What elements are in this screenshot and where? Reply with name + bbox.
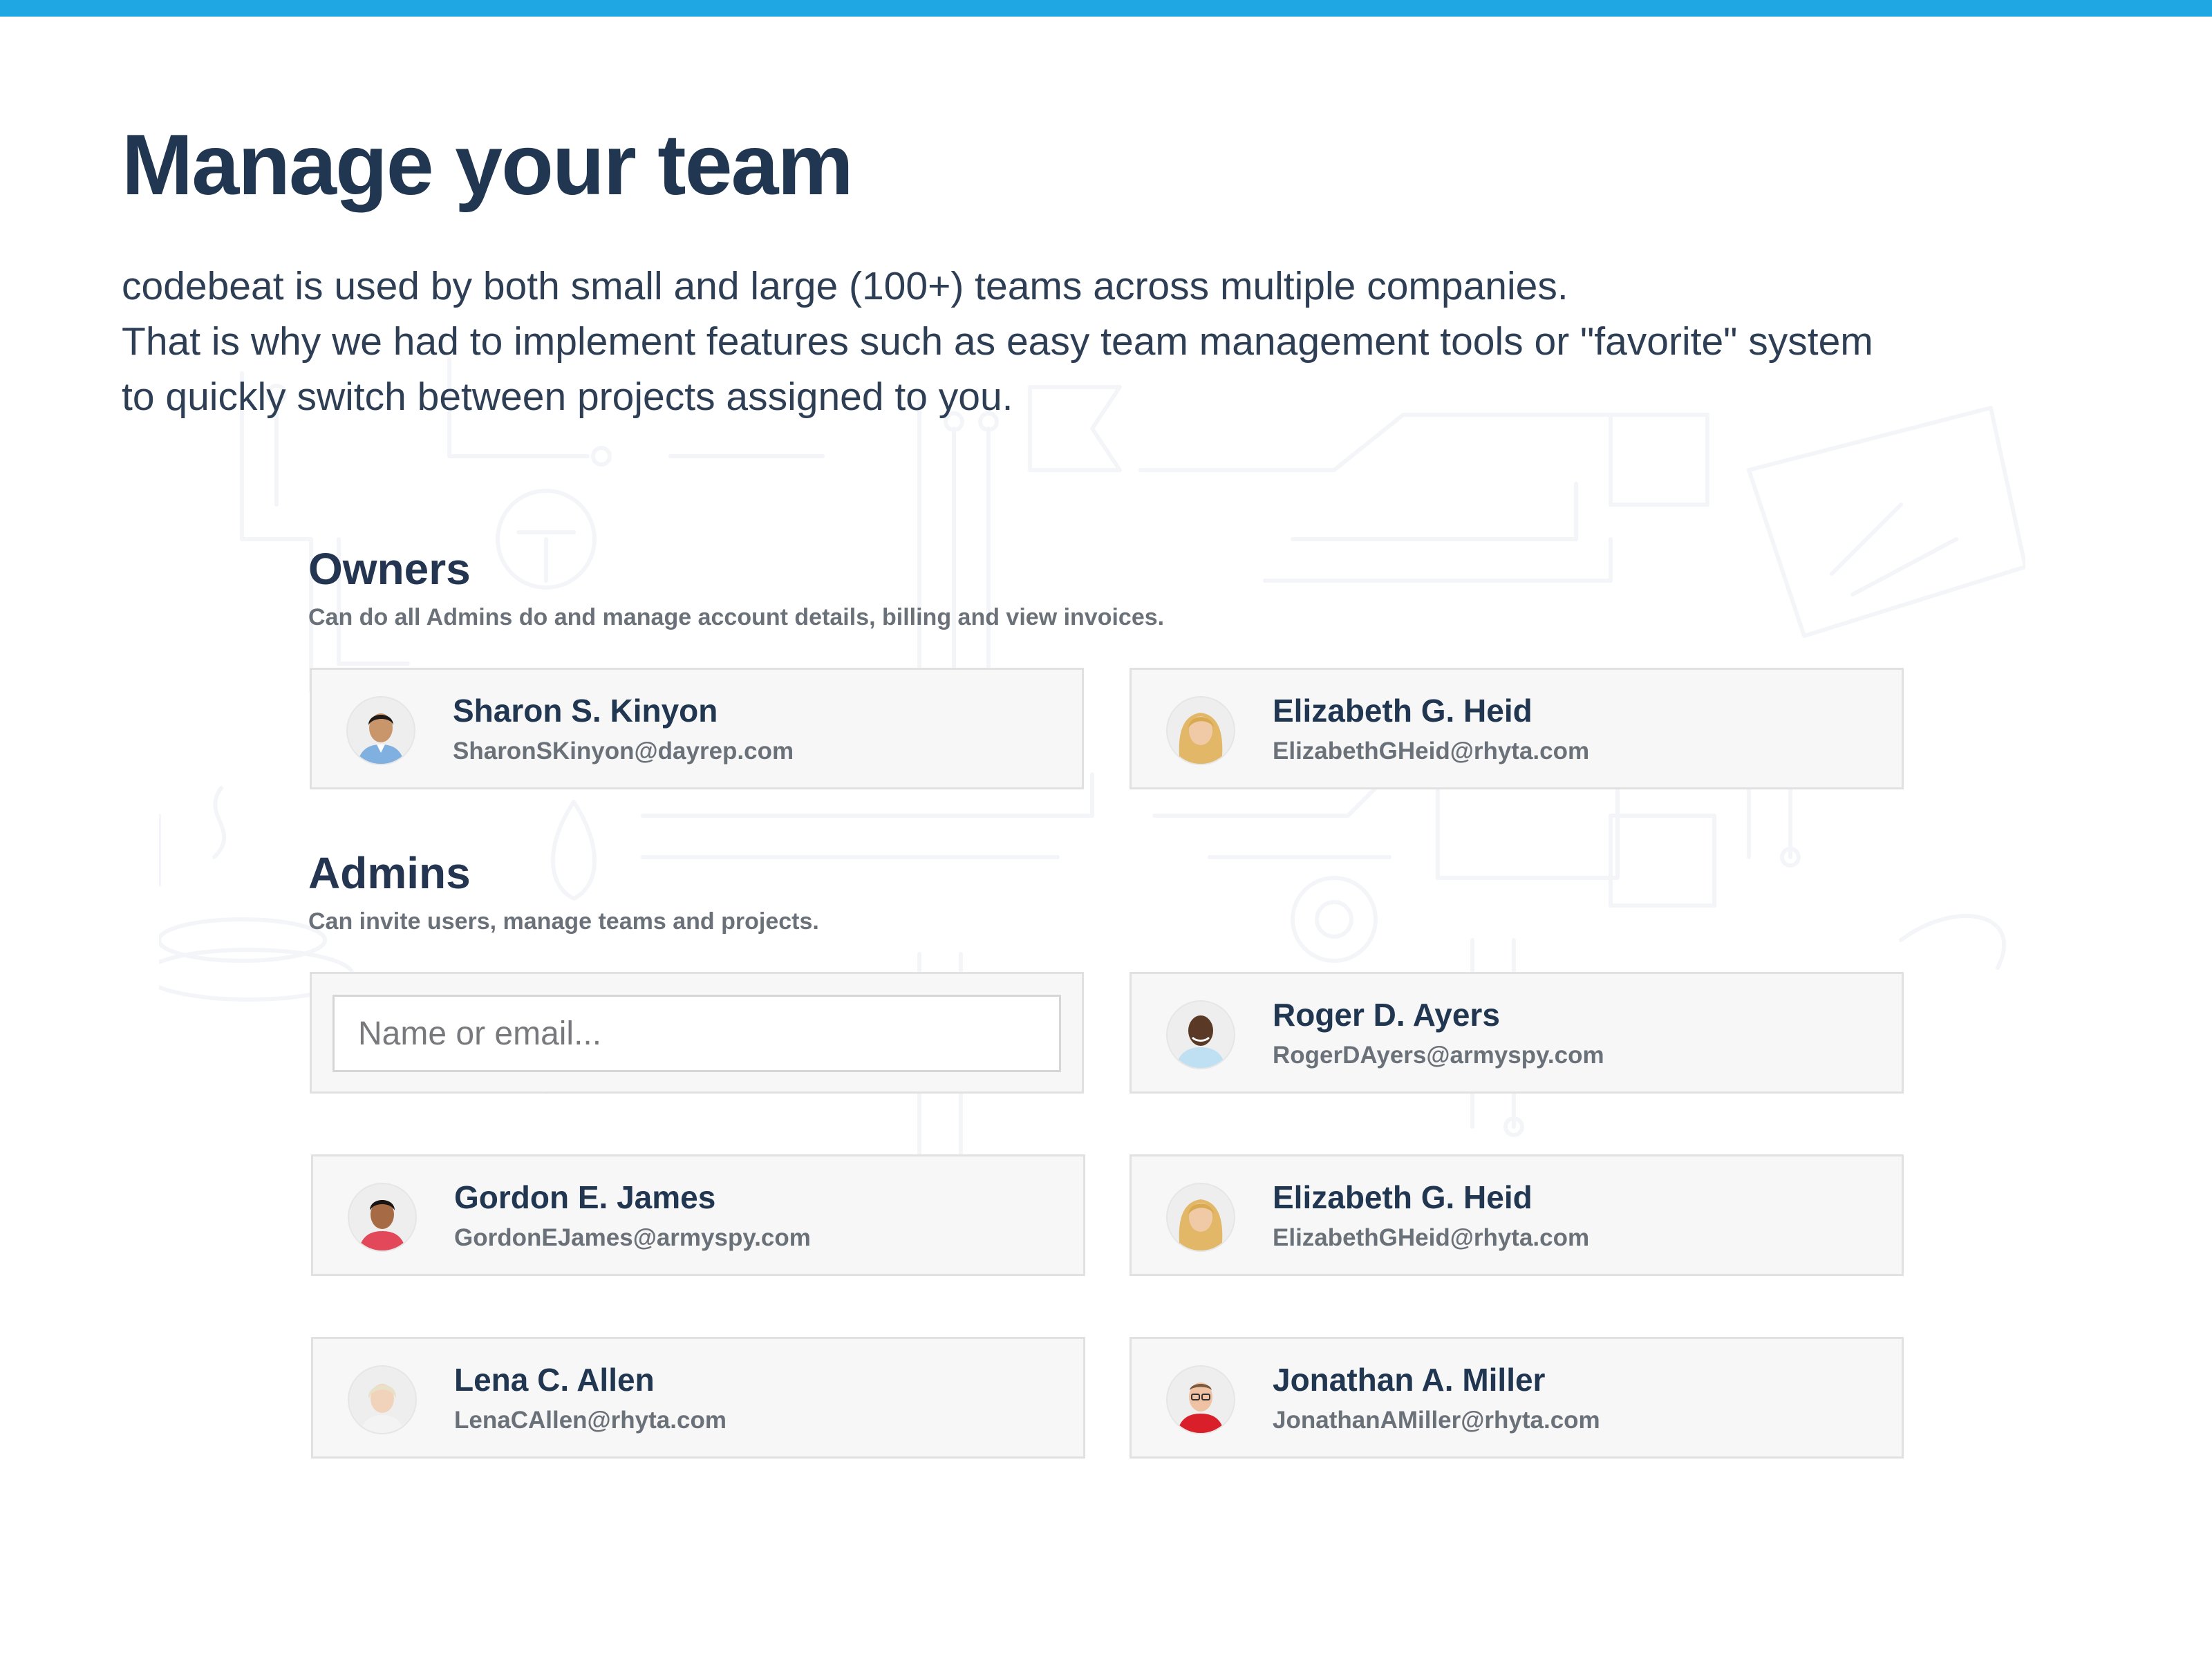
avatar-icon [349,1184,415,1250]
owners-section-title: Owners [308,544,471,594]
avatar [349,1367,415,1433]
avatar-icon [1168,1002,1234,1068]
avatar [348,697,414,764]
avatar-icon [1168,1184,1234,1250]
avatar [1168,1367,1234,1433]
avatar-icon [348,697,414,764]
member-card[interactable]: Gordon E. James GordonEJames@armyspy.com [311,1154,1085,1276]
avatar [1168,1002,1234,1068]
member-card[interactable]: Elizabeth G. Heid ElizabethGHeid@rhyta.c… [1130,668,1904,789]
page-title: Manage your team [122,118,854,213]
member-card[interactable]: Elizabeth G. Heid ElizabethGHeid@rhyta.c… [1130,1154,1904,1276]
avatar [349,1184,415,1250]
member-name: Sharon S. Kinyon [453,693,718,729]
member-email: ElizabethGHeid@rhyta.com [1273,738,1590,765]
member-name: Elizabeth G. Heid [1273,1179,1533,1215]
admins-section-description: Can invite users, manage teams and proje… [308,908,819,935]
avatar-icon [349,1367,415,1433]
member-name: Gordon E. James [454,1179,716,1215]
member-name: Lena C. Allen [454,1362,655,1398]
intro-line-2: That is why we had to implement features… [122,319,1873,364]
member-card[interactable]: Sharon S. Kinyon SharonSKinyon@dayrep.co… [310,668,1084,789]
admins-section-title: Admins [308,848,471,898]
member-card[interactable]: Lena C. Allen LenaCAllen@rhyta.com [311,1337,1085,1459]
member-email: SharonSKinyon@dayrep.com [453,738,794,765]
member-name: Roger D. Ayers [1273,997,1500,1033]
intro-line-1: codebeat is used by both small and large… [122,264,1568,308]
intro-paragraph: codebeat is used by both small and large… [122,259,2030,424]
member-email: RogerDAyers@armyspy.com [1273,1042,1604,1069]
avatar-icon [1168,1367,1234,1433]
member-name: Elizabeth G. Heid [1273,693,1533,729]
member-email: ElizabethGHeid@rhyta.com [1273,1224,1590,1251]
member-card[interactable]: Roger D. Ayers RogerDAyers@armyspy.com [1130,972,1904,1094]
member-email: GordonEJames@armyspy.com [454,1224,811,1251]
top-accent-bar [0,0,2212,17]
avatar [1168,697,1234,764]
member-card[interactable]: Jonathan A. Miller JonathanAMiller@rhyta… [1130,1337,1904,1459]
intro-line-3: to quickly switch between projects assig… [122,375,1013,419]
add-admin-card [310,972,1084,1094]
member-email: LenaCAllen@rhyta.com [454,1407,727,1434]
member-email: JonathanAMiller@rhyta.com [1273,1407,1600,1434]
owners-section-description: Can do all Admins do and manage account … [308,604,1165,630]
avatar-icon [1168,697,1234,764]
avatar [1168,1184,1234,1250]
member-search-input[interactable] [332,995,1061,1072]
member-name: Jonathan A. Miller [1273,1362,1546,1398]
